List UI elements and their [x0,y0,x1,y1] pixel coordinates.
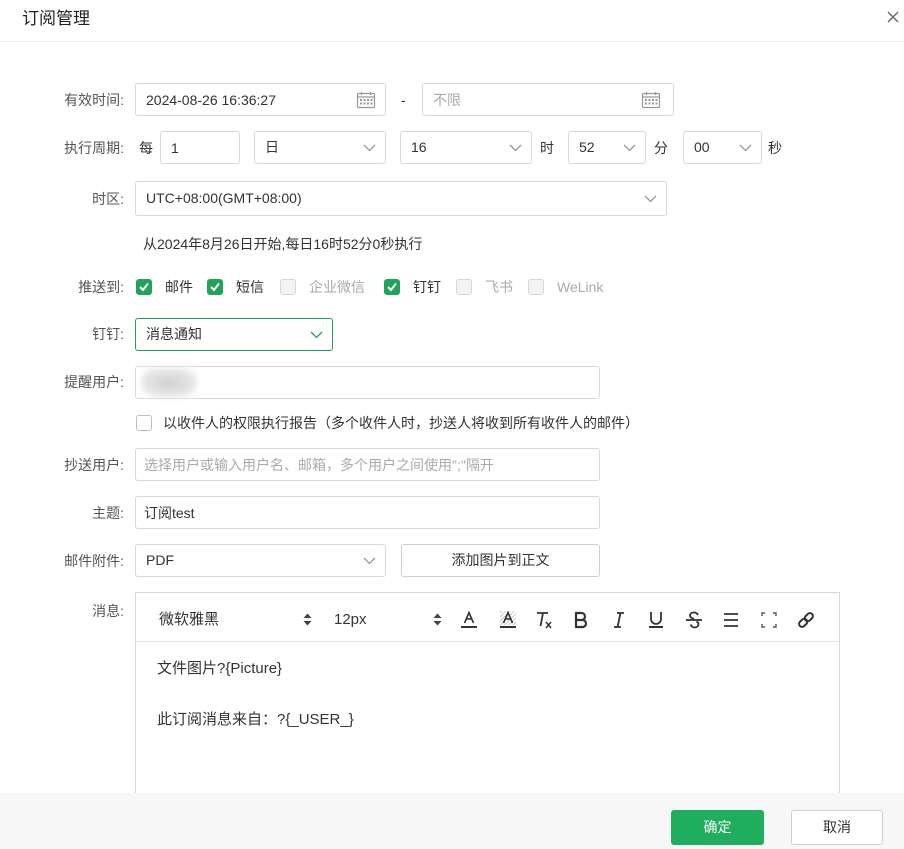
calendar-icon[interactable] [356,91,376,109]
start-time-picker[interactable] [135,83,386,116]
timezone-value: UTC+08:00(GMT+08:00) [146,190,302,206]
hour-value: 16 [411,139,427,155]
chevron-down-icon [310,331,323,339]
second-text: 秒 [768,140,782,156]
channel-email[interactable]: 邮件 [136,279,193,295]
valid-time-label: 有效时间: [64,92,124,108]
attachment-format-value: PDF [146,552,174,568]
close-icon[interactable] [886,10,900,24]
underline-icon[interactable] [646,610,666,630]
checkbox[interactable] [528,279,544,295]
channel-sms[interactable]: 短信 [207,279,264,295]
cc-users-label: 抄送用户: [64,457,124,473]
remind-users-label: 提醒用户: [64,374,124,390]
channel-dingtalk[interactable]: 钉钉 [384,279,441,295]
strikethrough-icon[interactable] [684,610,704,630]
fullscreen-icon[interactable] [759,610,779,630]
chevron-down-icon [509,144,522,152]
checkbox[interactable] [207,279,223,295]
hour-select[interactable]: 16 [400,131,532,164]
checkbox[interactable] [456,279,472,295]
font-family-select[interactable]: 微软雅黑 [159,610,219,630]
message-editor[interactable]: 微软雅黑 12px 文件图片?{Picture} 此订阅消息来自：?{_USER… [135,592,840,807]
start-time-input[interactable] [135,83,386,116]
calendar-icon[interactable] [641,91,661,109]
channel-label: 钉钉 [413,279,441,295]
chevron-down-icon [739,144,752,152]
channel-welink[interactable]: WeLink [528,279,603,295]
chevron-down-icon [363,557,376,565]
checkbox[interactable] [384,279,400,295]
cc-users-input[interactable] [135,448,600,481]
link-icon[interactable] [796,610,816,630]
highlight-icon[interactable] [498,610,518,630]
period-unit-select[interactable]: 日 [254,131,386,164]
align-icon[interactable] [721,610,741,630]
add-image-to-body-button[interactable]: 添加图片到正文 [401,544,600,577]
dingtalk-label: 钉钉: [92,326,124,342]
end-time-picker[interactable] [422,83,674,116]
italic-icon[interactable] [609,610,629,630]
second-select[interactable]: 00 [683,131,762,164]
message-line: 文件图片?{Picture} [157,660,283,677]
attachment-label: 邮件附件: [64,553,124,569]
dingtalk-value: 消息通知 [146,326,202,342]
chevron-down-icon [644,195,657,203]
sort-arrows-icon[interactable] [303,613,312,626]
attachment-format-select[interactable]: PDF [135,544,386,577]
second-value: 00 [694,139,710,155]
interval-input[interactable] [160,131,240,164]
checkbox[interactable] [136,415,152,431]
bold-icon[interactable] [571,610,591,630]
confirm-button[interactable]: 确定 [671,810,764,845]
channel-label: 短信 [236,279,264,295]
recipient-permission-option[interactable]: 以收件人的权限执行报告（多个收件人时，抄送人将收到所有收件人的邮件） [136,415,639,431]
push-to-label: 推送到: [78,279,124,295]
timezone-select[interactable]: UTC+08:00(GMT+08:00) [135,181,667,216]
every-text: 每 [139,140,153,156]
channel-label: 飞书 [485,279,513,295]
hour-text: 时 [540,140,554,156]
message-label: 消息: [92,603,124,619]
dialog-footer [0,793,904,849]
user-chip-redacted [141,368,197,397]
editor-toolbar: 微软雅黑 12px [136,593,839,642]
channel-label: 企业微信 [309,279,365,295]
minute-select[interactable]: 52 [568,131,646,164]
remind-users-input[interactable] [135,366,600,399]
timezone-label: 时区: [92,191,124,207]
dialog-title: 订阅管理 [22,9,90,28]
recipient-permission-label: 以收件人的权限执行报告（多个收件人时，抄送人将收到所有收件人的邮件） [163,415,639,431]
period-unit-value: 日 [265,139,279,155]
dingtalk-message-type-select[interactable]: 消息通知 [135,318,333,351]
minute-value: 52 [579,139,595,155]
minute-text: 分 [654,140,668,156]
time-range-separator: - [401,92,406,108]
channel-label: WeLink [557,279,604,295]
subject-label: 主题: [92,505,124,521]
subject-input[interactable] [135,496,600,529]
checkbox[interactable] [136,279,152,295]
font-size-select[interactable]: 12px [334,610,367,630]
sort-arrows-icon[interactable] [433,613,442,626]
channel-label: 邮件 [165,279,193,295]
chevron-down-icon [623,144,636,152]
channel-feishu[interactable]: 飞书 [456,279,513,295]
period-label: 执行周期: [64,140,124,156]
schedule-summary: 从2024年8月26日开始,每日16时52分0秒执行 [143,236,423,252]
text-color-icon[interactable] [459,610,479,630]
chevron-down-icon [363,144,376,152]
header-divider [0,41,904,42]
end-time-input[interactable] [422,83,674,116]
checkbox[interactable] [280,279,296,295]
message-line: 此订阅消息来自：?{_USER_} [157,711,354,728]
channel-wecom[interactable]: 企业微信 [280,279,365,295]
clear-format-icon[interactable] [534,610,554,630]
cancel-button[interactable]: 取消 [791,810,883,845]
